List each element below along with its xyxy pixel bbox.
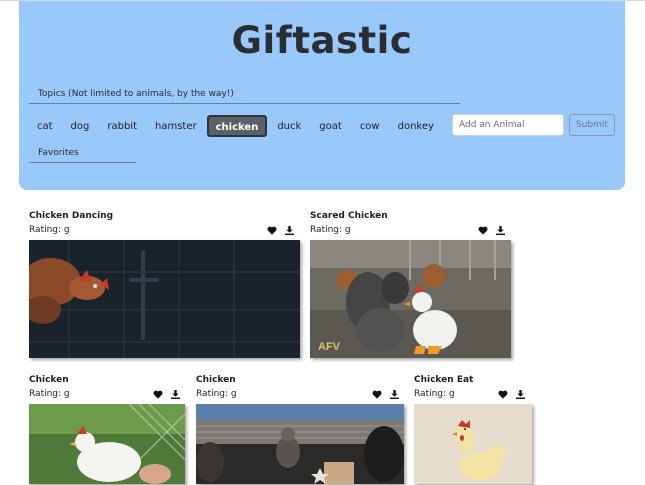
gif-rating: Rating: g [29,225,70,235]
topics-divider [29,103,460,104]
heart-icon[interactable] [267,226,277,235]
gif-title: Chicken [196,375,236,385]
heart-icon[interactable] [498,390,508,399]
gif-rating: Rating: g [310,225,351,235]
topics-section-label: Topics (Not limited to animals, by the w… [29,89,460,104]
gif-image[interactable] [29,240,300,358]
topic-button-dog[interactable]: dog [63,115,98,137]
topic-button-duck[interactable]: duck [269,115,309,137]
gif-card: Chicken Dancing Rating: g [29,211,300,360]
topic-button-row: cat dog rabbit hamster chicken duck goat… [29,115,444,137]
topic-button-donkey[interactable]: donkey [390,115,442,137]
heart-icon[interactable] [153,390,163,399]
svg-text:AFV: AFV [318,341,341,353]
heart-icon[interactable] [372,390,382,399]
gif-card: Chicken Rating: g [29,375,185,485]
gif-rating: Rating: g [196,389,237,399]
download-icon[interactable] [516,390,525,399]
submit-button[interactable]: Submit [569,114,615,136]
favorites-section-label: Favorites [29,148,136,163]
add-animal-input[interactable] [452,114,564,136]
gif-image[interactable] [196,404,404,484]
download-icon[interactable] [496,226,505,235]
topic-button-chicken[interactable]: chicken [206,115,268,137]
topic-button-cow[interactable]: cow [352,115,388,137]
topic-button-rabbit[interactable]: rabbit [99,115,145,137]
gif-actions [153,390,180,399]
download-icon[interactable] [390,390,399,399]
gif-image[interactable] [29,404,185,484]
header-panel: Giftastic Topics (Not limited to animals… [19,1,625,190]
gif-title: Chicken [29,375,69,385]
gif-title: Scared Chicken [310,211,388,221]
topics-label-text: Topics (Not limited to animals, by the w… [38,89,234,99]
gif-actions [478,226,505,235]
download-icon[interactable] [285,226,294,235]
heart-icon[interactable] [478,226,488,235]
gif-rating: Rating: g [29,389,70,399]
topic-button-cat[interactable]: cat [29,115,61,137]
gif-image[interactable]: AFV [310,240,511,358]
favorites-label-text: Favorites [38,148,79,158]
site-title: Giftastic [231,19,413,62]
gif-image[interactable] [414,404,532,484]
gif-card: Scared Chicken Rating: g AFV [310,211,511,360]
favorites-divider [29,162,136,163]
gif-rating: Rating: g [414,389,455,399]
gif-card: Chicken Eat Rating: g [414,375,532,485]
topic-button-hamster[interactable]: hamster [147,115,205,137]
download-icon[interactable] [171,390,180,399]
gif-actions [372,390,399,399]
gif-actions [267,226,294,235]
topic-button-goat[interactable]: goat [311,115,350,137]
gif-card: Chicken Rating: g [196,375,404,485]
gif-title: Chicken Eat [414,375,474,385]
gif-actions [498,390,525,399]
gif-title: Chicken Dancing [29,211,114,221]
